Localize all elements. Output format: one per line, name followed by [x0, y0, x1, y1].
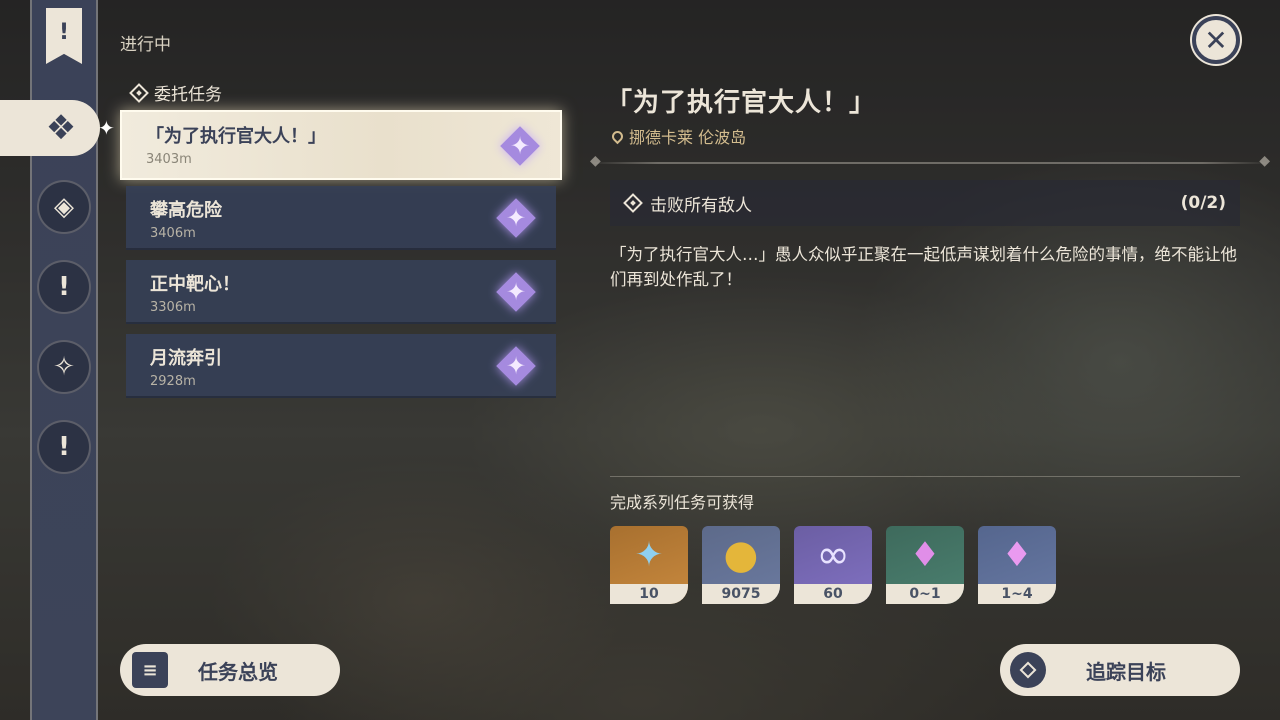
rewards-list: ✦ 10 ● 9075 ∞ 60 ♦ 0~1 ♦ 1~4 — [610, 526, 1056, 604]
close-icon: ✕ — [1204, 23, 1228, 57]
exclaim-plain-icon: ! — [58, 432, 70, 462]
sidebar-item-story-quests[interactable]: ! — [37, 260, 91, 314]
sidebar-item-all-quests[interactable]: ❖ — [0, 100, 100, 156]
adventure-exp-icon: ∞ — [816, 532, 850, 578]
crystal-cluster-icon: ♦ — [1001, 535, 1033, 575]
quest-star-icon — [500, 126, 540, 166]
quest-star-icon — [496, 272, 536, 312]
title-divider — [590, 153, 1270, 169]
reward-mora[interactable]: ● 9075 — [702, 526, 780, 604]
group-title: 委托任务 — [129, 80, 222, 105]
quest-overview-label: 任务总览 — [198, 659, 278, 684]
group-title-label: 委托任务 — [154, 85, 222, 105]
track-diamond-icon — [1010, 652, 1046, 688]
track-label: 追踪目标 — [1086, 659, 1166, 684]
quest-star-icon — [496, 346, 536, 386]
reward-crystal-cluster[interactable]: ♦ 1~4 — [978, 526, 1056, 604]
star-diamond-icon: ✧ — [53, 352, 75, 382]
four-diamonds-icon: ❖ — [45, 108, 77, 148]
quest-item[interactable]: 正中靶心！ 3306m — [126, 260, 556, 324]
objective-text: 击败所有敌人 — [650, 195, 752, 216]
reward-crystal-ore[interactable]: ♦ 0~1 — [886, 526, 964, 604]
quest-item[interactable]: 月流奔引 2928m — [126, 334, 556, 398]
quest-name: 「为了执行官大人！」 — [146, 126, 326, 147]
reward-adventure-exp[interactable]: ∞ 60 — [794, 526, 872, 604]
reward-primogem[interactable]: ✦ 10 — [610, 526, 688, 604]
reward-amount: 0~1 — [886, 584, 964, 604]
track-button[interactable]: 追踪目标 — [1000, 644, 1240, 696]
reward-amount: 1~4 — [978, 584, 1056, 604]
quest-overview-button[interactable]: ≡ 任务总览 — [120, 644, 340, 696]
rewards-label: 完成系列任务可获得 — [610, 493, 755, 512]
mora-coin-icon: ● — [723, 532, 759, 578]
crystal-ore-icon: ♦ — [909, 535, 941, 575]
quest-distance: 3403m — [146, 152, 192, 167]
primogem-icon: ✦ — [634, 535, 664, 575]
exclaim-icon: ! — [58, 272, 70, 302]
objective-count: (0/2) — [1180, 193, 1226, 213]
reward-amount: 9075 — [702, 584, 780, 604]
objective-row: 击败所有敌人 (0/2) — [610, 180, 1240, 226]
rewards-divider — [610, 476, 1240, 477]
quest-description: 「为了执行官大人…」愚人众似乎正聚在一起低声谋划着什么危险的事情，绝不能让他们再… — [610, 245, 1237, 289]
sparkle-icon: ✦ — [98, 116, 115, 140]
quest-item[interactable]: 攀高危险 3406m — [126, 186, 556, 250]
close-button[interactable]: ✕ — [1192, 16, 1240, 64]
commission-diamond-icon — [129, 82, 149, 103]
sidebar-item-world-quests[interactable]: ✧ — [37, 340, 91, 394]
diamond-exclaim-icon: ◈ — [54, 192, 74, 222]
quest-book-icon: ≡ — [132, 652, 168, 688]
objective-diamond-icon — [623, 193, 643, 213]
section-title: 进行中 — [120, 35, 171, 55]
quest-location-label: 挪德卡莱 伦波岛 — [629, 128, 747, 147]
quest-item-selected[interactable]: 「为了执行官大人！」 3403m — [120, 110, 562, 180]
location-pin-icon — [609, 128, 626, 144]
quest-detail-title: 「为了执行官大人！」 — [606, 88, 877, 118]
quest-location: 挪德卡莱 伦波岛 — [609, 124, 747, 148]
reward-amount: 60 — [794, 584, 872, 604]
sidebar-item-archon-quests[interactable]: ◈ — [37, 180, 91, 234]
quest-star-icon — [496, 198, 536, 238]
sidebar-item-daily-quests[interactable]: ! — [37, 420, 91, 474]
reward-amount: 10 — [610, 584, 688, 604]
